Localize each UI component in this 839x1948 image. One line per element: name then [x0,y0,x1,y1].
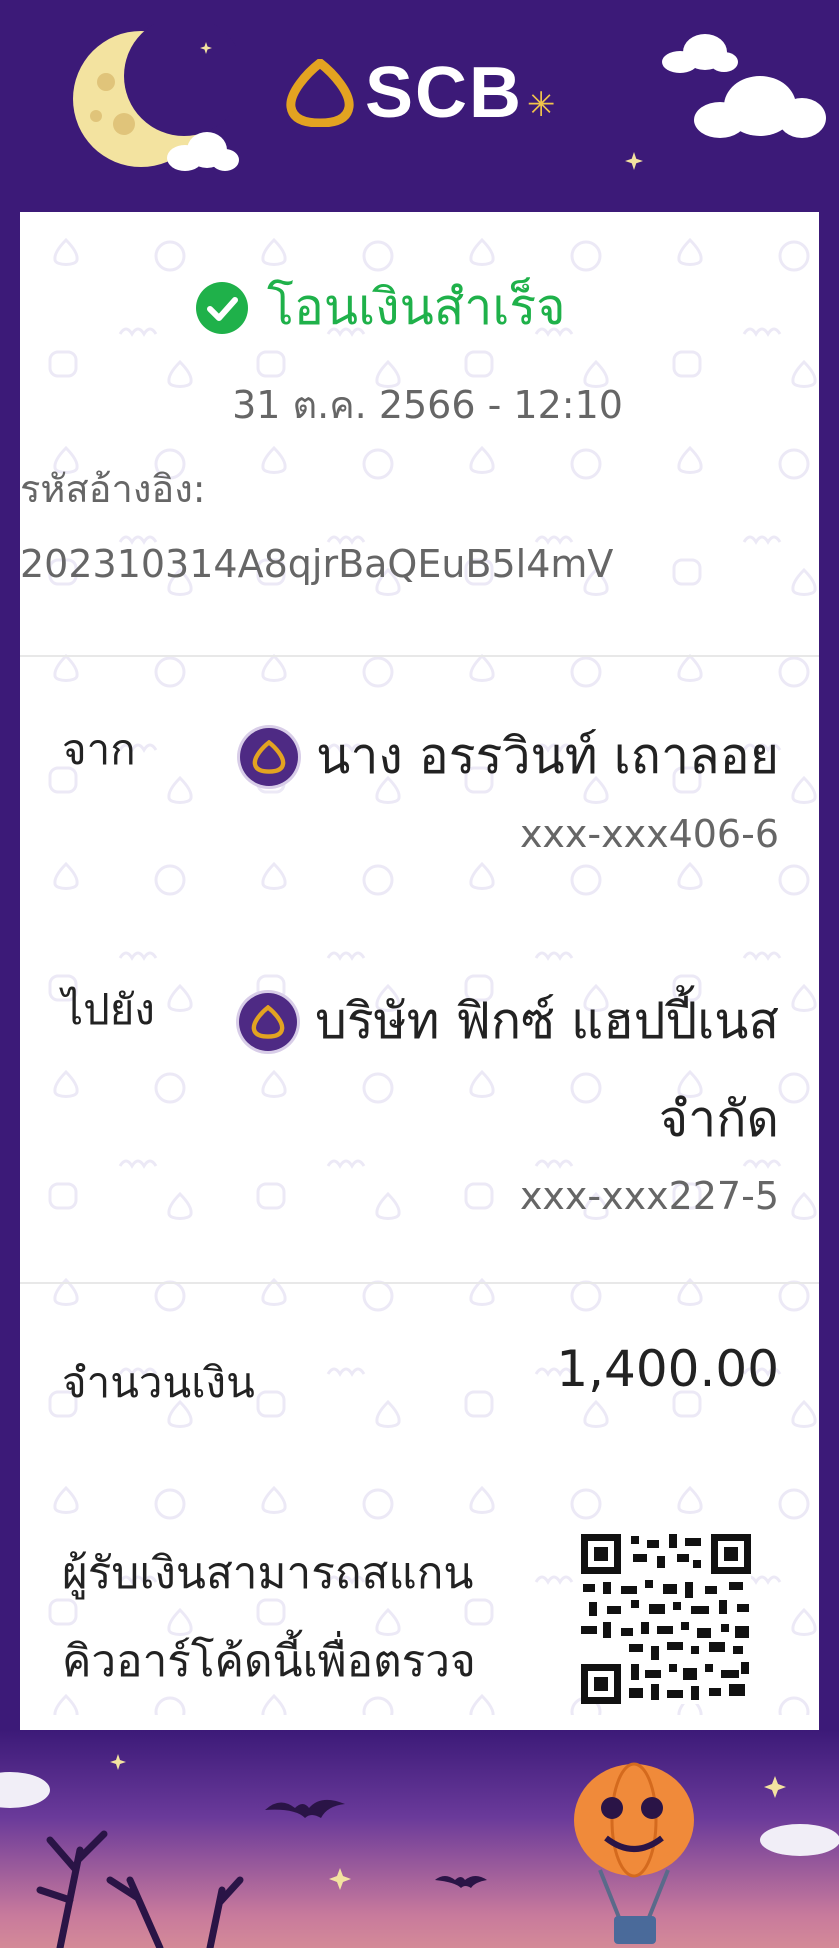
transfer-status: โอนเงินสำเร็จ [195,268,566,347]
spark-icon: ✳ [527,85,556,125]
from-name: นาง อรรวินท์ เถาลอย [316,727,779,785]
to-label: ไปยัง [62,985,155,1034]
star-icon [625,152,643,170]
dead-trees [36,1830,244,1948]
receipt-card: โอนเงินสำเร็จ 31 ต.ค. 2566 - 12:10 รหัสอ… [20,212,819,1730]
to-account: xxx-xxx227-5 [519,1174,779,1218]
reference-label: รหัสอ้างอิง: [20,467,206,511]
scb-bank-icon [240,727,299,786]
header-banner: SCB ✳ [0,0,839,212]
amount-value: 1,400.00 [556,1340,779,1398]
from-party: นาง อรรวินท์ เถาลอย [240,717,779,796]
qr-code[interactable] [581,1534,751,1704]
to-name-line2: จำกัด [658,1090,779,1148]
qr-note: ผู้รับเงินสามารถสแกน คิวอาร์โค้ดนี้เพื่อ… [62,1530,532,1706]
divider [20,1282,819,1284]
check-circle-icon [196,281,248,334]
to-party: บริษัท ฟิกซ์ แฮปปี้เนส [239,982,779,1061]
qr-note-line2: คิวอาร์โค้ดนี้เพื่อตรวจ [62,1636,476,1687]
halloween-footer [0,1730,839,1948]
cloud-icon [167,132,239,171]
scb-bank-icon [286,59,354,127]
star-icon [200,42,212,54]
divider [20,655,819,657]
to-name-line1: บริษัท ฟิกซ์ แฮปปี้เนส [315,992,779,1050]
brand-name: SCB [365,53,524,133]
from-account: xxx-xxx406-6 [519,812,779,856]
qr-note-line1: ผู้รับเงินสามารถสแกน [62,1548,474,1599]
transaction-datetime: 31 ต.ค. 2566 - 12:10 [232,383,623,427]
pumpkin-balloon [574,1762,694,1944]
from-label: จาก [62,725,136,774]
scb-logo: SCB ✳ [285,52,556,134]
reference-value: 202310314A8qjrBaQEuB5l4mV [20,542,614,586]
cloud-icon [694,76,826,138]
cloud-icon [0,1772,839,1856]
status-text: โอนเงินสำเร็จ [267,278,566,336]
amount-label: จำนวนเงิน [62,1358,255,1407]
scb-bank-icon [239,992,298,1051]
bat-icon [265,1799,487,1888]
